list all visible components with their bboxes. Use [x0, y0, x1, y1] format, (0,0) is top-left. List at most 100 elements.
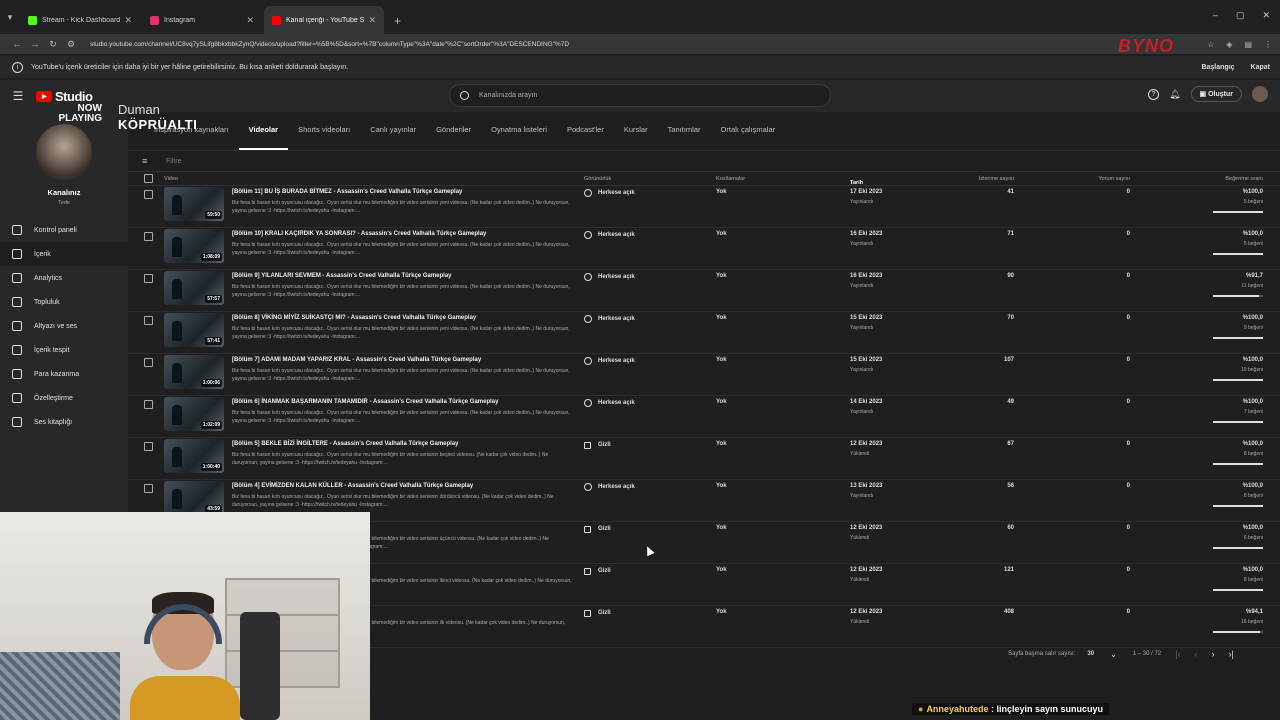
sidebar-item[interactable]: Kontrol paneli	[0, 218, 128, 242]
video-title[interactable]: [Bölüm 6] İNANMAK BAŞARMANIN TAMAMIDIR -…	[232, 399, 498, 405]
row-checkbox[interactable]	[144, 190, 153, 199]
back-icon[interactable]: ←	[8, 39, 26, 49]
help-icon[interactable]: ?	[1148, 88, 1160, 100]
table-row[interactable]: 57:41 [Bölüm 8] VİKİNG MİYİZ SUİKASTÇI MI…	[128, 312, 1280, 354]
sidebar-item[interactable]: Analytics	[0, 266, 128, 290]
visibility-cell[interactable]: Herkese açık	[584, 315, 635, 323]
video-thumbnail[interactable]: 1:00:40	[164, 439, 224, 473]
last-page-icon[interactable]: ›|	[1228, 649, 1233, 659]
visibility-cell[interactable]: Herkese açık	[584, 399, 635, 407]
table-row[interactable]: 1:08:09 [Bölüm 10] KRALI KAÇIRDIK YA SONR…	[128, 228, 1280, 270]
video-title[interactable]: [Bölüm 8] VİKİNG MİYİZ SUİKASTÇI MI? - A…	[232, 315, 476, 321]
menu-dots-icon[interactable]: ⋮	[1264, 40, 1272, 49]
first-page-icon[interactable]: |‹	[1175, 649, 1180, 659]
col-likes[interactable]: Beğenme oranı	[1208, 176, 1263, 182]
video-thumbnail[interactable]: 1:08:09	[164, 229, 224, 263]
row-checkbox[interactable]	[144, 232, 153, 241]
maximize-icon[interactable]: ▢	[1236, 10, 1245, 21]
col-visibility[interactable]: Görünürlük	[584, 176, 611, 182]
sidebar-item[interactable]: İçerik tespit	[0, 338, 128, 362]
video-title[interactable]: [Bölüm 10] KRALI KAÇIRDIK YA SONRASI? - …	[232, 231, 486, 237]
content-tab[interactable]: Videolar	[238, 112, 289, 150]
table-row[interactable]: 1:02:09 [Bölüm 6] İNANMAK BAŞARMANIN TAMA…	[128, 396, 1280, 438]
reload-icon[interactable]: ↻	[44, 39, 62, 50]
forward-icon[interactable]: →	[26, 39, 44, 49]
table-row[interactable]: 59:50 [Bölüm 11] BU İŞ BURADA BİTMEZ - As…	[128, 186, 1280, 228]
browser-tab[interactable]: Instagram ✕	[142, 6, 262, 34]
content-tab[interactable]: Canlı yayınlar	[360, 112, 426, 150]
filter-bar[interactable]: ≡ Filtre	[128, 150, 1280, 172]
visibility-cell[interactable]: Gizli	[584, 525, 611, 533]
rows-per-page-select[interactable]: 30	[1087, 651, 1094, 657]
content-tab[interactable]: Ortak çalışmalar	[711, 112, 786, 150]
content-tab[interactable]: Tanıtımlar	[658, 112, 711, 150]
visibility-cell[interactable]: Herkese açık	[584, 231, 635, 239]
content-tab[interactable]: Podcast'ler	[557, 112, 614, 150]
visibility-cell[interactable]: Herkese açık	[584, 357, 635, 365]
col-comments[interactable]: Yorum sayısı	[1078, 176, 1130, 182]
row-checkbox[interactable]	[144, 442, 153, 451]
row-checkbox[interactable]	[144, 400, 153, 409]
visibility-cell[interactable]: Herkese açık	[584, 273, 635, 281]
tab-close-icon[interactable]: ✕	[368, 15, 376, 26]
select-all-checkbox[interactable]	[144, 174, 153, 183]
tab-close-icon[interactable]: ✕	[124, 15, 132, 26]
banner-close-button[interactable]: Kapat	[1251, 64, 1270, 71]
sidebar-item[interactable]: Ses kitaplığı	[0, 410, 128, 434]
video-title[interactable]: [Bölüm 11] BU İŞ BURADA BİTMEZ - Assassi…	[232, 189, 462, 195]
video-thumbnail[interactable]: 43:59	[164, 481, 224, 515]
extensions-icon[interactable]: ◈	[1226, 40, 1232, 49]
account-avatar[interactable]	[1252, 86, 1268, 102]
next-page-icon[interactable]: ›	[1211, 649, 1214, 659]
sidebar-item[interactable]: Para kazanma	[0, 362, 128, 386]
bookmark-star-icon[interactable]: ☆	[1207, 40, 1214, 49]
minimize-icon[interactable]: –	[1213, 10, 1218, 21]
content-tab[interactable]: Gönderiler	[426, 112, 481, 150]
visibility-cell[interactable]: Herkese açık	[584, 189, 635, 197]
video-title[interactable]: [Bölüm 5] BEKLE BİZİ İNGİLTERE - Assassi…	[232, 441, 459, 447]
tab-search-icon[interactable]: ▾	[0, 0, 20, 34]
visibility-cell[interactable]: Gizli	[584, 441, 611, 449]
visibility-cell[interactable]: Gizli	[584, 567, 611, 575]
video-thumbnail[interactable]: 59:50	[164, 187, 224, 221]
filter-icon[interactable]: ≡	[142, 156, 152, 166]
create-button[interactable]: ▣ Oluştur	[1190, 86, 1242, 102]
content-tab[interactable]: Oynatma listeleri	[481, 112, 557, 150]
video-title[interactable]: [Bölüm 9] YILANLARI SEVMEM - Assassin's …	[232, 273, 452, 279]
col-views[interactable]: İzlenme sayısı	[964, 176, 1014, 182]
browser-tab[interactable]: Stream - Kick Dashboard ✕	[20, 6, 140, 34]
tab-close-icon[interactable]: ✕	[246, 15, 254, 26]
sidebar-item[interactable]: Altyazı ve ses	[0, 314, 128, 338]
url-field[interactable]: studio.youtube.com/channel/UC8vq7ySLifg8…	[90, 41, 1199, 48]
table-row[interactable]: 1:00:06 [Bölüm 7] ADAMI MADAM YAPARIZ KRA…	[128, 354, 1280, 396]
site-info-icon[interactable]: ⚙	[62, 39, 80, 50]
video-thumbnail[interactable]: 57:41	[164, 313, 224, 347]
close-window-icon[interactable]: ✕	[1262, 10, 1270, 21]
row-checkbox[interactable]	[144, 358, 153, 367]
prev-page-icon[interactable]: ‹	[1194, 649, 1197, 659]
new-tab-button[interactable]: +	[386, 14, 409, 34]
banner-start-button[interactable]: Başlangıç	[1201, 64, 1234, 71]
notifications-icon[interactable]: 🔔︎	[1169, 89, 1180, 100]
table-row[interactable]: 57:57 [Bölüm 9] YILANLARI SEVMEM - Assass…	[128, 270, 1280, 312]
visibility-cell[interactable]: Herkese açık	[584, 483, 635, 491]
content-tab[interactable]: Kurslar	[614, 112, 658, 150]
visibility-cell[interactable]: Gizli	[584, 609, 611, 617]
video-thumbnail[interactable]: 1:02:09	[164, 397, 224, 431]
channel-avatar[interactable]	[36, 124, 92, 180]
row-checkbox[interactable]	[144, 316, 153, 325]
row-checkbox[interactable]	[144, 274, 153, 283]
channel-search-input[interactable]: Kanalınızda arayın	[449, 84, 831, 107]
table-row[interactable]: 1:00:40 [Bölüm 5] BEKLE BİZİ İNGİLTERE - …	[128, 438, 1280, 480]
video-title[interactable]: [Bölüm 7] ADAMI MADAM YAPARIZ KRAL - Ass…	[232, 357, 481, 363]
row-checkbox[interactable]	[144, 484, 153, 493]
video-thumbnail[interactable]: 1:00:06	[164, 355, 224, 389]
col-restrictions[interactable]: Kısıtlamalar	[716, 176, 745, 182]
sidebar-item[interactable]: Topluluk	[0, 290, 128, 314]
video-thumbnail[interactable]: 57:57	[164, 271, 224, 305]
sidepanel-icon[interactable]: ▤	[1244, 40, 1252, 49]
browser-tab[interactable]: Kanal içeriği - YouTube Studio✕	[264, 6, 384, 34]
content-tab[interactable]: Shorts videoları	[288, 112, 360, 150]
col-video[interactable]: Video	[164, 176, 178, 182]
menu-icon[interactable]: ☰	[0, 89, 36, 103]
